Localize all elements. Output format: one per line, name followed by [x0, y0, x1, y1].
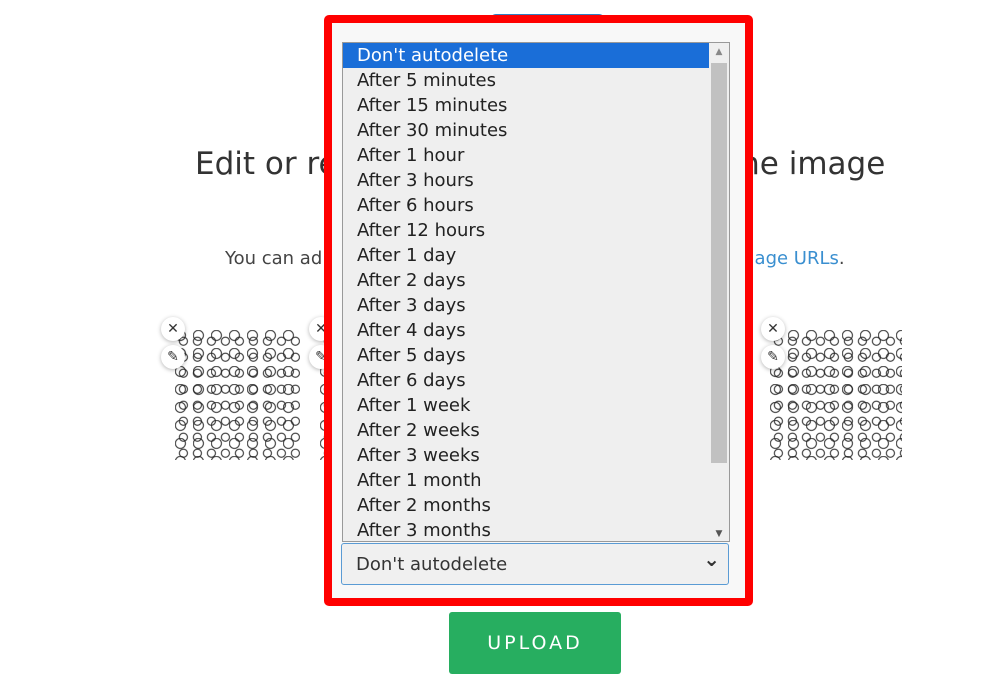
- autodelete-option[interactable]: After 12 hours: [343, 218, 709, 243]
- autodelete-option[interactable]: After 5 minutes: [343, 68, 709, 93]
- subtitle-left: You can ad: [225, 248, 323, 269]
- edit-image-button[interactable]: ✎: [161, 345, 185, 369]
- autodelete-option[interactable]: Don't autodelete: [343, 43, 709, 68]
- autodelete-option[interactable]: After 3 hours: [343, 168, 709, 193]
- autodelete-options-list[interactable]: Don't autodelete After 5 minutes After 15 …: [342, 42, 730, 542]
- autodelete-option[interactable]: After 2 weeks: [343, 418, 709, 443]
- autodelete-option[interactable]: After 6 days: [343, 368, 709, 393]
- autodelete-option[interactable]: After 6 hours: [343, 193, 709, 218]
- autodelete-option[interactable]: After 3 weeks: [343, 443, 709, 468]
- scrollbar-thumb[interactable]: [711, 63, 727, 463]
- autodelete-select[interactable]: Don't autodelete ⌄: [341, 543, 729, 585]
- autodelete-option[interactable]: After 2 days: [343, 268, 709, 293]
- autodelete-option[interactable]: After 1 week: [343, 393, 709, 418]
- autodelete-option[interactable]: After 15 minutes: [343, 93, 709, 118]
- remove-image-button[interactable]: ✕: [761, 317, 785, 341]
- autodelete-option[interactable]: After 1 hour: [343, 143, 709, 168]
- scrollbar[interactable]: ▲ ▼: [710, 43, 728, 541]
- autodelete-option[interactable]: After 1 month: [343, 468, 709, 493]
- autodelete-option[interactable]: After 1 day: [343, 243, 709, 268]
- subtitle-period: .: [838, 248, 845, 269]
- autodelete-option[interactable]: After 2 months: [343, 493, 709, 518]
- upload-button[interactable]: UPLOAD: [449, 612, 621, 674]
- remove-image-button[interactable]: ✕: [161, 317, 185, 341]
- autodelete-option[interactable]: After 30 minutes: [343, 118, 709, 143]
- thumbnail-image: [770, 330, 902, 460]
- edit-image-button[interactable]: ✎: [761, 345, 785, 369]
- thumbnail-image: [175, 330, 300, 460]
- chevron-down-icon: ⌄: [703, 547, 720, 571]
- autodelete-option[interactable]: After 5 days: [343, 343, 709, 368]
- autodelete-option[interactable]: After 3 days: [343, 293, 709, 318]
- scroll-up-icon[interactable]: ▲: [710, 43, 728, 61]
- autodelete-option[interactable]: After 4 days: [343, 318, 709, 343]
- autodelete-option[interactable]: After 3 months: [343, 518, 709, 541]
- autodelete-selected-value: Don't autodelete: [356, 554, 508, 575]
